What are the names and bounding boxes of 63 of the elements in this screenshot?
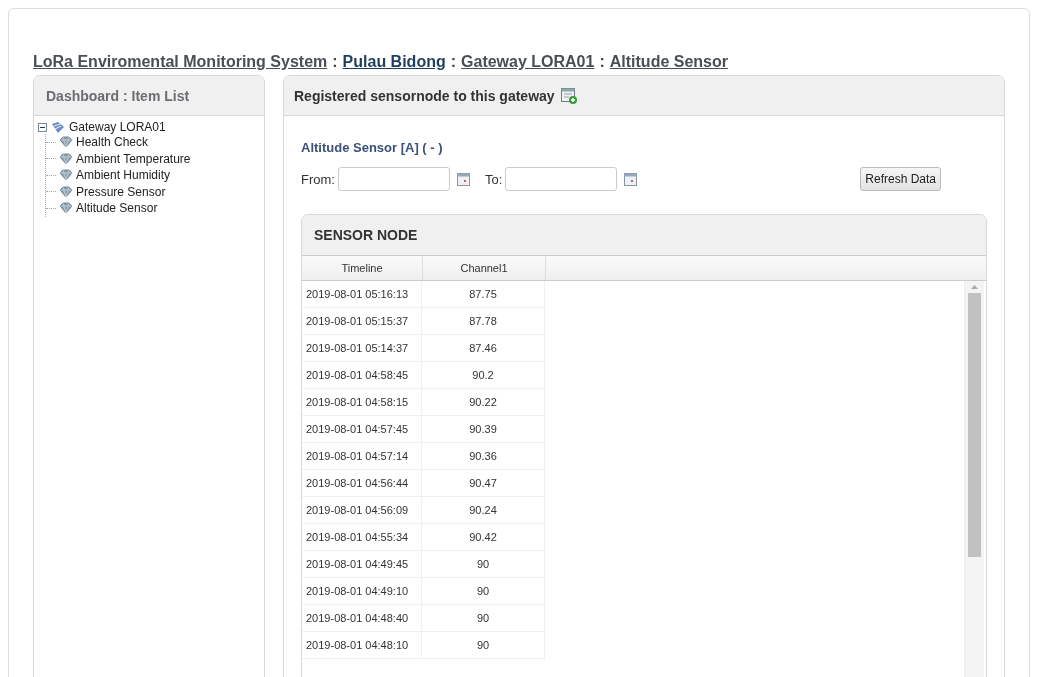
table-cell: 2019-08-01 04:57:14 [302, 443, 422, 470]
table-cell: 90 [422, 551, 545, 578]
to-date-field[interactable] [505, 167, 618, 191]
table-cell: 2019-08-01 04:56:44 [302, 470, 422, 497]
panel-title: Registered sensornode to this gateway [294, 87, 555, 104]
panel-title: Dashboard : Item List [34, 76, 264, 116]
gem-icon [59, 152, 73, 165]
tree-item[interactable]: Gateway LORA01 [69, 120, 166, 134]
gem-icon [59, 202, 73, 215]
scrollbar[interactable] [964, 281, 984, 677]
breadcrumb-link[interactable]: LoRa Enviromental Monitoring System [33, 53, 328, 75]
table-cell: 90.2 [422, 362, 545, 389]
table-cell: 2019-08-01 05:14:37 [302, 335, 422, 362]
table-cell: 2019-08-01 04:49:10 [302, 578, 422, 605]
table-cell: 90.36 [422, 443, 545, 470]
table-cell: 87.78 [422, 308, 545, 335]
table-cell: 2019-08-01 04:56:09 [302, 497, 422, 524]
gem-icon [59, 169, 73, 182]
table-cell: 87.46 [422, 335, 545, 362]
table-cell: 90.47 [422, 470, 545, 497]
table-cell: 90.24 [422, 497, 545, 524]
table-title: SENSOR NODE [302, 215, 986, 256]
sensor-title: Altitude Sensor [A] ( - ) [301, 140, 444, 155]
table-cell: 2019-08-01 04:48:10 [302, 632, 422, 659]
from-date-field[interactable] [337, 167, 450, 191]
from-label: From: [301, 171, 335, 187]
breadcrumb-separator: : [332, 53, 338, 72]
refresh-button[interactable]: Refresh Data [860, 167, 941, 191]
scroll-up-arrow-icon[interactable] [971, 285, 978, 289]
table-cell: 2019-08-01 04:58:45 [302, 362, 422, 389]
tree-item[interactable]: Ambient Temperature [76, 151, 191, 166]
breadcrumb-separator: : [450, 53, 457, 72]
table-cell: 90.42 [422, 524, 545, 551]
gem-icon [59, 185, 73, 198]
table-cell: 2019-08-01 04:57:45 [302, 416, 422, 443]
add-table-icon[interactable] [560, 87, 577, 104]
table-cell: 90.39 [422, 416, 545, 443]
table-cell: 90.22 [422, 389, 545, 416]
tree-item[interactable]: Health Check [76, 135, 149, 150]
table-cell: 2019-08-01 04:55:34 [302, 524, 422, 551]
table-cell: 2019-08-01 05:15:37 [302, 308, 422, 335]
table-cell: 90 [422, 578, 545, 605]
table-cell: 87.75 [422, 281, 545, 308]
column-header[interactable]: Channel1 [423, 256, 546, 280]
breadcrumb-link[interactable]: Pulau Bidong [342, 53, 446, 75]
calendar-icon [456, 172, 470, 186]
calendar-icon [624, 172, 638, 186]
to-label: To: [484, 171, 503, 187]
gem-icon [59, 136, 73, 149]
breadcrumb-link[interactable]: Gateway LORA01 [461, 53, 595, 75]
table-cell: 90 [422, 605, 545, 632]
column-header[interactable]: Timeline [302, 256, 423, 280]
tree-item[interactable]: Ambient Humidity [76, 168, 171, 183]
table-cell: 2019-08-01 04:58:15 [302, 389, 422, 416]
breadcrumb-link[interactable]: Altitude Sensor [609, 53, 728, 75]
tree-item[interactable]: Altitude Sensor [76, 201, 158, 216]
breadcrumb-separator: : [599, 53, 605, 72]
table-cell: 2019-08-01 04:48:40 [302, 605, 422, 632]
table-cell: 2019-08-01 05:16:13 [302, 281, 422, 308]
table-cell: 2019-08-01 04:49:45 [302, 551, 422, 578]
table-cell: 90 [422, 632, 545, 659]
collapse-icon[interactable] [38, 122, 47, 132]
tree-item[interactable]: Pressure Sensor [76, 184, 166, 199]
